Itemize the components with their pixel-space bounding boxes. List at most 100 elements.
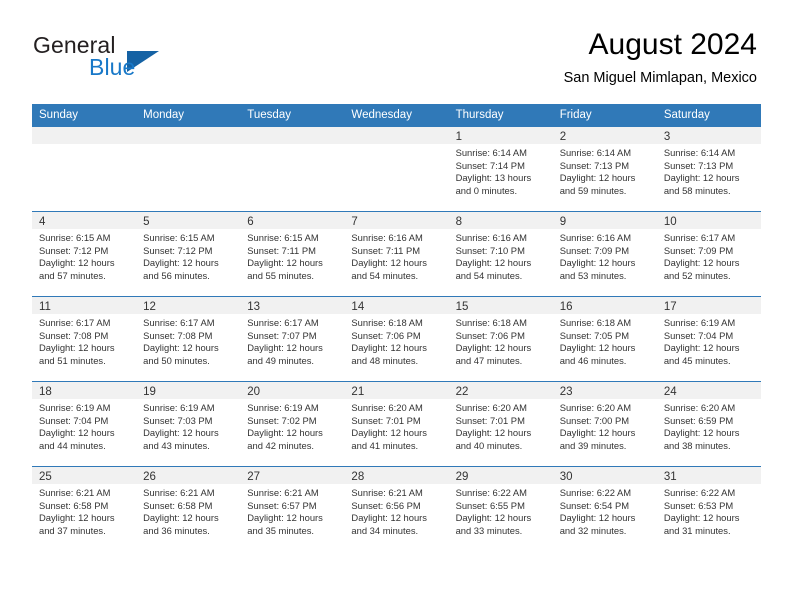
calendar-day-cell[interactable]: 7 Sunrise: 6:16 AM Sunset: 7:11 PM Daylight… bbox=[344, 211, 449, 297]
brand-logo[interactable]: General Blue bbox=[33, 33, 243, 81]
calendar-day-cell[interactable]: 11 Sunrise: 6:17 AM Sunset: 7:08 PM Dayligh… bbox=[32, 296, 137, 382]
calendar-day-cell[interactable]: 15 Sunrise: 6:18 AM Sunset: 7:06 PM Dayligh… bbox=[448, 296, 553, 382]
sunset-time: Sunset: 6:57 PM bbox=[247, 499, 317, 511]
day-number: 19 bbox=[143, 386, 156, 398]
calendar-day-cell[interactable]: 13 Sunrise: 6:17 AM Sunset: 7:07 PM Dayligh… bbox=[240, 296, 345, 382]
day-details: Sunrise: 6:17 AM Sunset: 7:07 PM Daylight:… bbox=[240, 314, 344, 367]
day-number-band: 22 bbox=[448, 382, 553, 399]
calendar-day-cell[interactable]: 1 Sunrise: 6:14 AM Sunset: 7:14 PM Daylight… bbox=[448, 126, 553, 212]
day-details: Sunrise: 6:18 AM Sunset: 7:05 PM Daylight:… bbox=[553, 314, 657, 367]
day-details: Sunrise: 6:22 AM Sunset: 6:53 PM Daylight:… bbox=[657, 484, 761, 537]
daylight-duration-line1: Daylight: 12 hours bbox=[455, 427, 532, 439]
day-details: Sunrise: 6:19 AM Sunset: 7:02 PM Daylight:… bbox=[240, 399, 344, 452]
day-details: Sunrise: 6:16 AM Sunset: 7:11 PM Daylight:… bbox=[344, 229, 448, 282]
daylight-duration-line1: Daylight: 12 hours bbox=[351, 427, 427, 439]
sunrise-time: Sunrise: 6:18 AM bbox=[351, 317, 423, 328]
day-details: Sunrise: 6:19 AM Sunset: 7:04 PM Daylight:… bbox=[657, 314, 761, 367]
sunrise-time: Sunrise: 6:18 AM bbox=[455, 317, 527, 328]
daylight-duration-line1: Daylight: 12 hours bbox=[39, 427, 115, 439]
sunrise-time: Sunrise: 6:21 AM bbox=[247, 487, 319, 498]
daylight-duration-line1: Daylight: 12 hours bbox=[247, 427, 323, 439]
daylight-duration-line2: and 38 minutes. bbox=[663, 439, 731, 451]
sunset-time: Sunset: 7:02 PM bbox=[247, 414, 317, 426]
day-number: 9 bbox=[559, 216, 567, 228]
calendar-day-cell[interactable]: 18 Sunrise: 6:19 AM Sunset: 7:04 PM Dayligh… bbox=[32, 381, 137, 467]
daylight-duration-line2: and 33 minutes. bbox=[455, 524, 523, 536]
daylight-duration-line2: and 39 minutes. bbox=[559, 439, 627, 451]
sunset-time: Sunset: 7:05 PM bbox=[559, 329, 630, 341]
sunset-time: Sunset: 7:09 PM bbox=[559, 244, 630, 256]
daylight-duration-line2: and 32 minutes. bbox=[559, 524, 627, 536]
day-number-band: 3 bbox=[656, 127, 761, 144]
day-number-band: 1 bbox=[448, 127, 553, 144]
day-number-band: 24 bbox=[656, 382, 761, 399]
day-number-band: 26 bbox=[136, 467, 241, 484]
day-number: 24 bbox=[663, 386, 677, 398]
calendar-day-cell[interactable]: 26 Sunrise: 6:21 AM Sunset: 6:58 PM Dayligh… bbox=[136, 466, 241, 551]
day-number-band: 9 bbox=[552, 212, 657, 229]
calendar-day-cell[interactable]: 4 Sunrise: 6:15 AM Sunset: 7:12 PM Daylight… bbox=[32, 211, 137, 297]
day-details: Sunrise: 6:19 AM Sunset: 7:04 PM Daylight:… bbox=[32, 399, 136, 452]
day-number: 6 bbox=[247, 216, 254, 228]
calendar-day-cell[interactable]: 12 Sunrise: 6:17 AM Sunset: 7:08 PM Dayligh… bbox=[136, 296, 241, 382]
calendar-day-cell[interactable]: 29 Sunrise: 6:22 AM Sunset: 6:55 PM Dayligh… bbox=[448, 466, 553, 551]
daylight-duration-line2: and 34 minutes. bbox=[351, 524, 419, 536]
calendar-day-cell[interactable]: 27 Sunrise: 6:21 AM Sunset: 6:57 PM Dayligh… bbox=[240, 466, 345, 551]
sunset-time: Sunset: 7:00 PM bbox=[559, 414, 630, 426]
calendar-day-cell[interactable]: 21 Sunrise: 6:20 AM Sunset: 7:01 PM Dayligh… bbox=[344, 381, 449, 467]
day-number: 3 bbox=[663, 131, 671, 143]
day-details: Sunrise: 6:17 AM Sunset: 7:09 PM Daylight:… bbox=[657, 229, 761, 282]
calendar-week-row: 4 Sunrise: 6:15 AM Sunset: 7:12 PM Daylight… bbox=[32, 211, 761, 297]
daylight-duration-line1: Daylight: 12 hours bbox=[559, 512, 636, 524]
weekday-header-thursday: Thursday bbox=[448, 104, 553, 127]
sunset-time: Sunset: 7:11 PM bbox=[351, 244, 421, 256]
sunrise-time: Sunrise: 6:20 AM bbox=[455, 402, 527, 413]
sunrise-time: Sunrise: 6:16 AM bbox=[455, 232, 527, 243]
day-number-band bbox=[136, 127, 241, 144]
calendar-day-cell[interactable]: 10 Sunrise: 6:17 AM Sunset: 7:09 PM Dayligh… bbox=[656, 211, 761, 297]
day-number-band: 25 bbox=[32, 467, 137, 484]
calendar-day-cell[interactable]: 25 Sunrise: 6:21 AM Sunset: 6:58 PM Dayligh… bbox=[32, 466, 137, 551]
calendar-day-cell[interactable]: 24 Sunrise: 6:20 AM Sunset: 6:59 PM Dayligh… bbox=[656, 381, 761, 467]
daylight-duration-line2: and 49 minutes. bbox=[247, 354, 314, 366]
day-details: Sunrise: 6:16 AM Sunset: 7:10 PM Daylight:… bbox=[449, 229, 553, 282]
day-number-band bbox=[240, 127, 345, 144]
day-number-band: 13 bbox=[240, 297, 345, 314]
page-subtitle: San Miguel Mimlapan, Mexico bbox=[563, 70, 757, 86]
day-number-band: 11 bbox=[32, 297, 137, 314]
day-details: Sunrise: 6:14 AM Sunset: 7:13 PM Daylight:… bbox=[553, 144, 657, 197]
calendar-day-cell[interactable]: 23 Sunrise: 6:20 AM Sunset: 7:00 PM Dayligh… bbox=[552, 381, 657, 467]
sunset-time: Sunset: 7:12 PM bbox=[39, 244, 109, 256]
calendar-day-cell[interactable]: 14 Sunrise: 6:18 AM Sunset: 7:06 PM Dayligh… bbox=[344, 296, 449, 382]
calendar-day-cell[interactable]: 9 Sunrise: 6:16 AM Sunset: 7:09 PM Daylight… bbox=[552, 211, 657, 297]
day-details: Sunrise: 6:22 AM Sunset: 6:54 PM Daylight:… bbox=[553, 484, 657, 537]
day-number-band: 14 bbox=[344, 297, 449, 314]
day-number: 31 bbox=[663, 471, 677, 483]
daylight-duration-line1: Daylight: 12 hours bbox=[143, 257, 219, 269]
calendar-day-cell[interactable]: 8 Sunrise: 6:16 AM Sunset: 7:10 PM Daylight… bbox=[448, 211, 553, 297]
calendar-day-cell[interactable]: 5 Sunrise: 6:15 AM Sunset: 7:12 PM Daylight… bbox=[136, 211, 241, 297]
calendar-day-cell[interactable]: 22 Sunrise: 6:20 AM Sunset: 7:01 PM Dayligh… bbox=[448, 381, 553, 467]
calendar-day-cell[interactable]: 31 Sunrise: 6:22 AM Sunset: 6:53 PM Dayligh… bbox=[656, 466, 761, 551]
day-number-band: 7 bbox=[344, 212, 449, 229]
sunrise-time: Sunrise: 6:16 AM bbox=[559, 232, 632, 243]
calendar-day-cell[interactable]: 19 Sunrise: 6:19 AM Sunset: 7:03 PM Dayligh… bbox=[136, 381, 241, 467]
calendar-day-cell[interactable]: 17 Sunrise: 6:19 AM Sunset: 7:04 PM Dayligh… bbox=[656, 296, 761, 382]
calendar-day-cell[interactable]: 30 Sunrise: 6:22 AM Sunset: 6:54 PM Dayligh… bbox=[552, 466, 657, 551]
daylight-duration-line2: and 41 minutes. bbox=[351, 439, 419, 451]
sunset-time: Sunset: 7:01 PM bbox=[351, 414, 421, 426]
sunrise-time: Sunrise: 6:18 AM bbox=[559, 317, 632, 328]
day-number-band: 27 bbox=[240, 467, 345, 484]
calendar-day-cell[interactable]: 2 Sunrise: 6:14 AM Sunset: 7:13 PM Daylight… bbox=[552, 126, 657, 212]
daylight-duration-line1: Daylight: 12 hours bbox=[351, 512, 427, 524]
calendar-day-cell[interactable]: 28 Sunrise: 6:21 AM Sunset: 6:56 PM Dayligh… bbox=[344, 466, 449, 551]
day-number-band bbox=[32, 127, 137, 144]
calendar-day-cell[interactable]: 20 Sunrise: 6:19 AM Sunset: 7:02 PM Dayligh… bbox=[240, 381, 345, 467]
daylight-duration-line2: and 45 minutes. bbox=[663, 354, 731, 366]
calendar-day-cell[interactable]: 16 Sunrise: 6:18 AM Sunset: 7:05 PM Dayligh… bbox=[552, 296, 657, 382]
day-number-band: 4 bbox=[32, 212, 137, 229]
calendar-day-cell[interactable]: 3 Sunrise: 6:14 AM Sunset: 7:13 PM Daylight… bbox=[656, 126, 761, 212]
daylight-duration-line1: Daylight: 12 hours bbox=[559, 172, 636, 184]
day-details: Sunrise: 6:15 AM Sunset: 7:12 PM Daylight:… bbox=[136, 229, 240, 282]
calendar-day-cell[interactable]: 6 Sunrise: 6:15 AM Sunset: 7:11 PM Daylight… bbox=[240, 211, 345, 297]
